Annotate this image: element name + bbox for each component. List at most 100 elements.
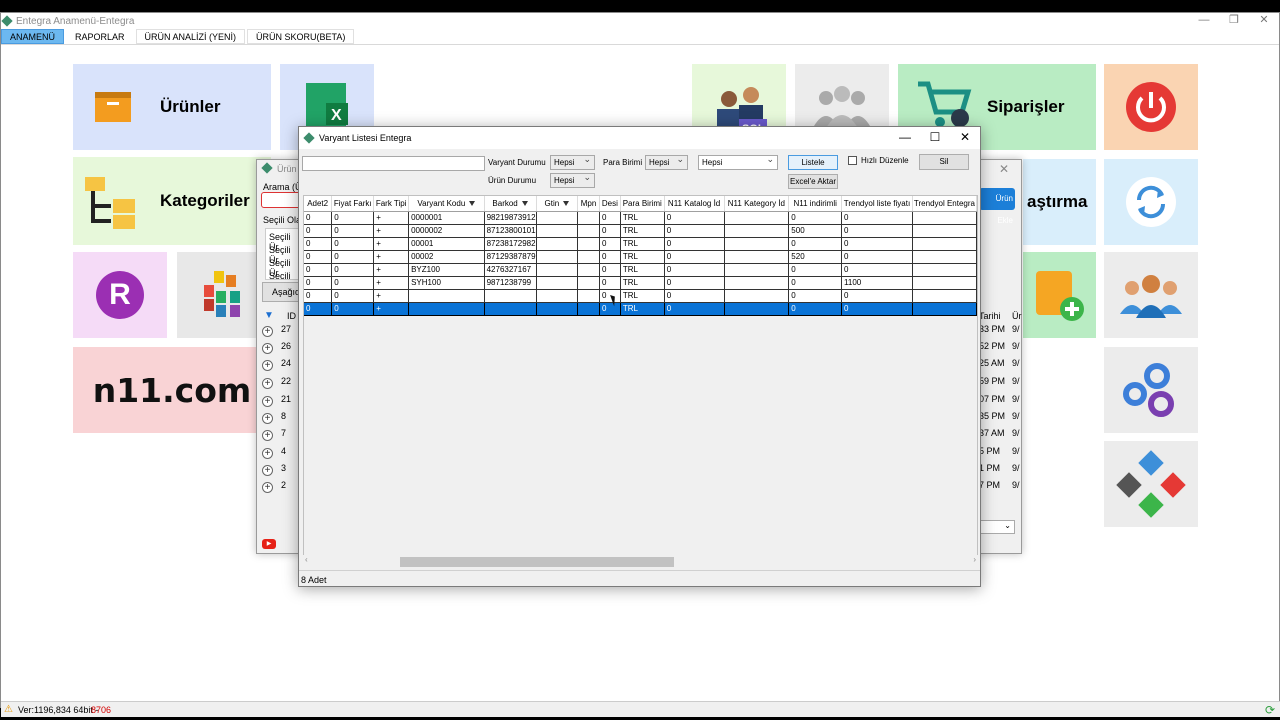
table-cell[interactable] [912, 289, 977, 303]
listele-button[interactable]: Listele [788, 155, 838, 170]
table-cell[interactable]: 0 [841, 263, 913, 277]
tile-add-ticket[interactable] [1023, 252, 1096, 338]
filter-icon[interactable] [469, 201, 476, 207]
youtube-icon[interactable]: ▶ [262, 539, 276, 549]
menu-tab-anamenu[interactable]: ANAMENÜ [1, 29, 65, 44]
table-cell[interactable]: 87129387879 [484, 250, 537, 264]
table-cell[interactable] [484, 289, 537, 303]
table-cell[interactable]: 0 [788, 289, 843, 303]
table-cell[interactable]: 0 [304, 289, 333, 303]
varyant-durumu-select[interactable]: Hepsi [550, 153, 595, 170]
table-cell[interactable]: TRL [620, 237, 665, 251]
table-cell[interactable]: 520 [788, 250, 843, 264]
table-cell[interactable] [724, 250, 790, 264]
table-cell[interactable] [577, 237, 600, 251]
column-header-varyant-kodu[interactable]: Varyant Kodu [408, 196, 485, 212]
table-cell[interactable]: 0 [331, 237, 375, 251]
table-cell[interactable] [724, 211, 790, 225]
scroll-right-icon[interactable]: › [973, 555, 976, 564]
table-row[interactable]: 0 0 + BYZ100 4276327167 0 TRL 0 0 0 [304, 263, 977, 277]
table-row[interactable]: 0 0 +00001 87238172982 0 TRL 0 0 0 [304, 237, 977, 251]
back-dialog-close-button[interactable]: ✕ [999, 162, 1009, 176]
filter-icon[interactable]: ▼ [264, 310, 274, 321]
table-cell[interactable] [536, 250, 579, 264]
table-cell[interactable]: 87238172982 [484, 237, 537, 251]
table-cell[interactable]: 0 [304, 302, 333, 316]
table-cell[interactable]: SYH100 [408, 276, 485, 290]
minimize-button[interactable]: — [1189, 13, 1219, 29]
expand-row-icon[interactable]: + [262, 326, 273, 337]
column-header[interactable]: Trendyol Entegra [912, 196, 977, 212]
dialog-minimize-button[interactable]: — [890, 127, 920, 147]
table-cell[interactable]: 0 [841, 237, 913, 251]
tile-urunler[interactable]: Ürünler [73, 64, 271, 150]
table-cell[interactable] [577, 224, 600, 238]
table-cell[interactable]: 0 [599, 276, 621, 290]
table-cell[interactable]: + [373, 276, 410, 290]
table-cell[interactable]: 0 [664, 224, 725, 238]
table-cell[interactable]: 0 [304, 211, 333, 225]
filter-icon[interactable] [521, 201, 528, 207]
column-header[interactable]: Fiyat Farkı [331, 196, 375, 212]
table-cell[interactable]: 0 [841, 302, 913, 316]
search-input[interactable] [302, 156, 485, 171]
tile-team[interactable] [1104, 252, 1198, 338]
table-cell[interactable]: 0 [841, 250, 913, 264]
table-cell[interactable]: 0 [664, 237, 725, 251]
horizontal-scrollbar[interactable]: ‹ › [303, 555, 978, 567]
table-cell[interactable] [577, 289, 600, 303]
table-cell[interactable]: 0 [304, 250, 333, 264]
tile-plugins[interactable] [1104, 441, 1198, 527]
table-cell[interactable]: + [373, 224, 410, 238]
table-cell[interactable] [577, 250, 600, 264]
table-cell[interactable]: 0 [304, 263, 333, 277]
table-cell[interactable] [912, 263, 977, 277]
tile-sync[interactable] [1104, 159, 1198, 245]
tile-power[interactable] [1104, 64, 1198, 150]
table-cell[interactable] [912, 211, 977, 225]
table-cell[interactable]: TRL [620, 263, 665, 277]
column-header[interactable]: N11 Katalog İd [664, 196, 725, 212]
table-cell[interactable] [724, 263, 790, 277]
table-cell[interactable] [724, 289, 790, 303]
filter-icon[interactable] [563, 201, 570, 207]
table-row[interactable]: 0 0 + SYH100 9871238799 0 TRL 0 0 1100 [304, 276, 977, 290]
column-header[interactable]: Adet2 [304, 196, 333, 212]
table-cell[interactable]: 0 [664, 211, 725, 225]
table-cell[interactable] [577, 276, 600, 290]
secili-item[interactable]: Seçili Ür [269, 271, 300, 279]
table-cell[interactable] [577, 211, 600, 225]
dialog-maximize-button[interactable]: ☐ [920, 127, 950, 147]
table-cell[interactable]: 0 [304, 237, 333, 251]
table-cell[interactable] [577, 263, 600, 277]
table-row[interactable]: 0 0 +0000002 87123800101 0 TRL 0 500 0 [304, 224, 977, 238]
expand-row-icon[interactable]: + [262, 413, 273, 424]
table-cell[interactable] [912, 276, 977, 290]
table-cell[interactable]: TRL [620, 289, 665, 303]
back-dropdown[interactable]: ⌄ [979, 520, 1015, 534]
table-row[interactable]: 0 0 +00002 87129387879 0 TRL 0 520 0 [304, 250, 977, 264]
secili-list[interactable]: Seçili Ür Seçili Ür Seçili Ür Seçili Ür [265, 228, 301, 280]
table-cell[interactable]: TRL [620, 302, 665, 316]
table-cell[interactable]: 1100 [841, 276, 913, 290]
tile-karsilastirma[interactable]: aştırma [1023, 159, 1096, 245]
table-cell[interactable]: 0 [841, 211, 913, 225]
table-cell[interactable] [536, 276, 579, 290]
table-row[interactable]: 0 0 +0000001 98219873912 0 TRL 0 0 0 [304, 211, 977, 225]
table-cell[interactable]: 0 [841, 224, 913, 238]
table-cell[interactable]: 0 [788, 237, 843, 251]
close-button[interactable]: ✕ [1249, 13, 1279, 29]
maximize-button[interactable]: ❐ [1219, 13, 1249, 29]
table-cell[interactable] [536, 237, 579, 251]
expand-row-icon[interactable]: + [262, 482, 273, 493]
table-cell[interactable]: 0 [304, 276, 333, 290]
expand-row-icon[interactable]: + [262, 448, 273, 459]
table-cell[interactable]: 0 [331, 263, 375, 277]
expand-row-icon[interactable]: + [262, 465, 273, 476]
excel-aktar-button[interactable]: Excel'e Aktar [788, 174, 838, 189]
table-cell[interactable]: + [373, 263, 410, 277]
column-header[interactable]: Para Birimi [620, 196, 665, 212]
table-cell[interactable] [536, 211, 579, 225]
table-cell[interactable]: 0000001 [408, 211, 485, 225]
expand-row-icon[interactable]: + [262, 430, 273, 441]
